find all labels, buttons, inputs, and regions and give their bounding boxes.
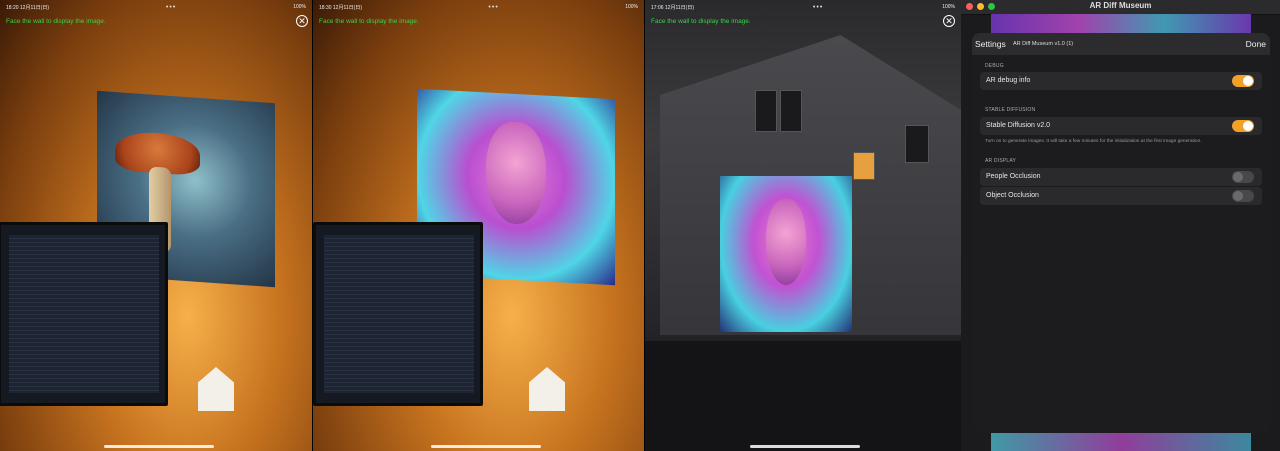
ar-painting (720, 176, 852, 332)
close-icon[interactable]: ✕ (943, 15, 955, 27)
stable-diffusion-toggle[interactable] (1232, 120, 1254, 132)
multitask-dots[interactable]: ••• (166, 4, 176, 11)
status-bar: 18:20 12月11日(日) ••• 100% (6, 2, 306, 12)
people-occlusion-row[interactable]: People Occlusion (980, 168, 1262, 186)
lit-window (853, 152, 875, 180)
multitask-dots[interactable]: ••• (488, 4, 498, 11)
status-date: 12月11日(日) (664, 4, 694, 11)
battery-level: 100% (625, 4, 638, 10)
people-occlusion-toggle[interactable] (1232, 171, 1254, 183)
section-ar-display: AR DISPLAY (985, 158, 1017, 164)
section-stable-diffusion: STABLE DIFFUSION (985, 107, 1036, 113)
settings-sheet: Settings AR Diff Museum v1.0 (1) Done DE… (972, 33, 1270, 433)
status-time: 18:20 (6, 4, 19, 11)
monitor-image (313, 222, 483, 406)
battery-level: 100% (942, 4, 955, 10)
done-button[interactable]: Done (1246, 39, 1266, 49)
house-lamp-image (529, 367, 565, 411)
row-label: Stable Diffusion v2.0 (986, 122, 1051, 129)
ar-view-3: 17:06 12月11日(日) ••• 100% Face the wall t… (645, 0, 961, 451)
house-lamp-image (198, 367, 234, 411)
stable-diffusion-description: Turn on to generate images. It will take… (985, 139, 1202, 144)
row-label: People Occlusion (986, 173, 1041, 180)
section-debug: DEBUG (985, 63, 1004, 69)
ground (645, 341, 961, 451)
ar-debug-info-toggle[interactable] (1232, 75, 1254, 87)
home-indicator[interactable] (104, 445, 214, 448)
multitask-dots[interactable]: ••• (813, 4, 823, 11)
close-icon[interactable]: ✕ (296, 15, 308, 27)
background-art (991, 433, 1251, 451)
background-art (991, 14, 1251, 33)
home-indicator[interactable] (750, 445, 860, 448)
home-indicator[interactable] (431, 445, 541, 448)
ar-view-1: 18:20 12月11日(日) ••• 100% Face the wall t… (0, 0, 312, 451)
row-label: Object Occlusion (986, 192, 1039, 199)
row-label: AR debug info (986, 77, 1031, 84)
battery-level: 100% (293, 4, 306, 10)
status-date: 12月11日(日) (19, 4, 49, 11)
status-time: 18:30 (319, 4, 332, 11)
hint-text: Face the wall to display the image. (6, 18, 106, 25)
status-date: 12月11日(日) (332, 4, 362, 11)
settings-header: Settings AR Diff Museum v1.0 (1) Done (972, 33, 1270, 55)
ar-debug-info-row[interactable]: AR debug info (980, 72, 1262, 90)
hint-text: Face the wall to display the image. (319, 18, 419, 25)
object-occlusion-row[interactable]: Object Occlusion (980, 187, 1262, 205)
app-version-title: AR Diff Museum v1.0 (1) (1013, 41, 1074, 47)
window-titlebar: AR Diff Museum (961, 0, 1280, 15)
stable-diffusion-row[interactable]: Stable Diffusion v2.0 (980, 117, 1262, 135)
hint-text: Face the wall to display the image. (651, 18, 751, 25)
portrait-face (486, 120, 546, 226)
mac-app-window: AR Diff Museum Settings AR Diff Museum v… (961, 0, 1280, 451)
status-bar: 18:30 12月11日(日) ••• 100% (319, 2, 638, 12)
status-bar: 17:06 12月11日(日) ••• 100% (651, 2, 955, 12)
ar-view-2: 18:30 12月11日(日) ••• 100% Face the wall t… (313, 0, 644, 451)
object-occlusion-toggle[interactable] (1232, 190, 1254, 202)
window-title: AR Diff Museum (1089, 1, 1152, 10)
status-time: 17:06 (651, 4, 664, 11)
monitor-image (0, 222, 168, 406)
settings-title: Settings (975, 39, 1006, 49)
portrait-face (766, 199, 806, 286)
